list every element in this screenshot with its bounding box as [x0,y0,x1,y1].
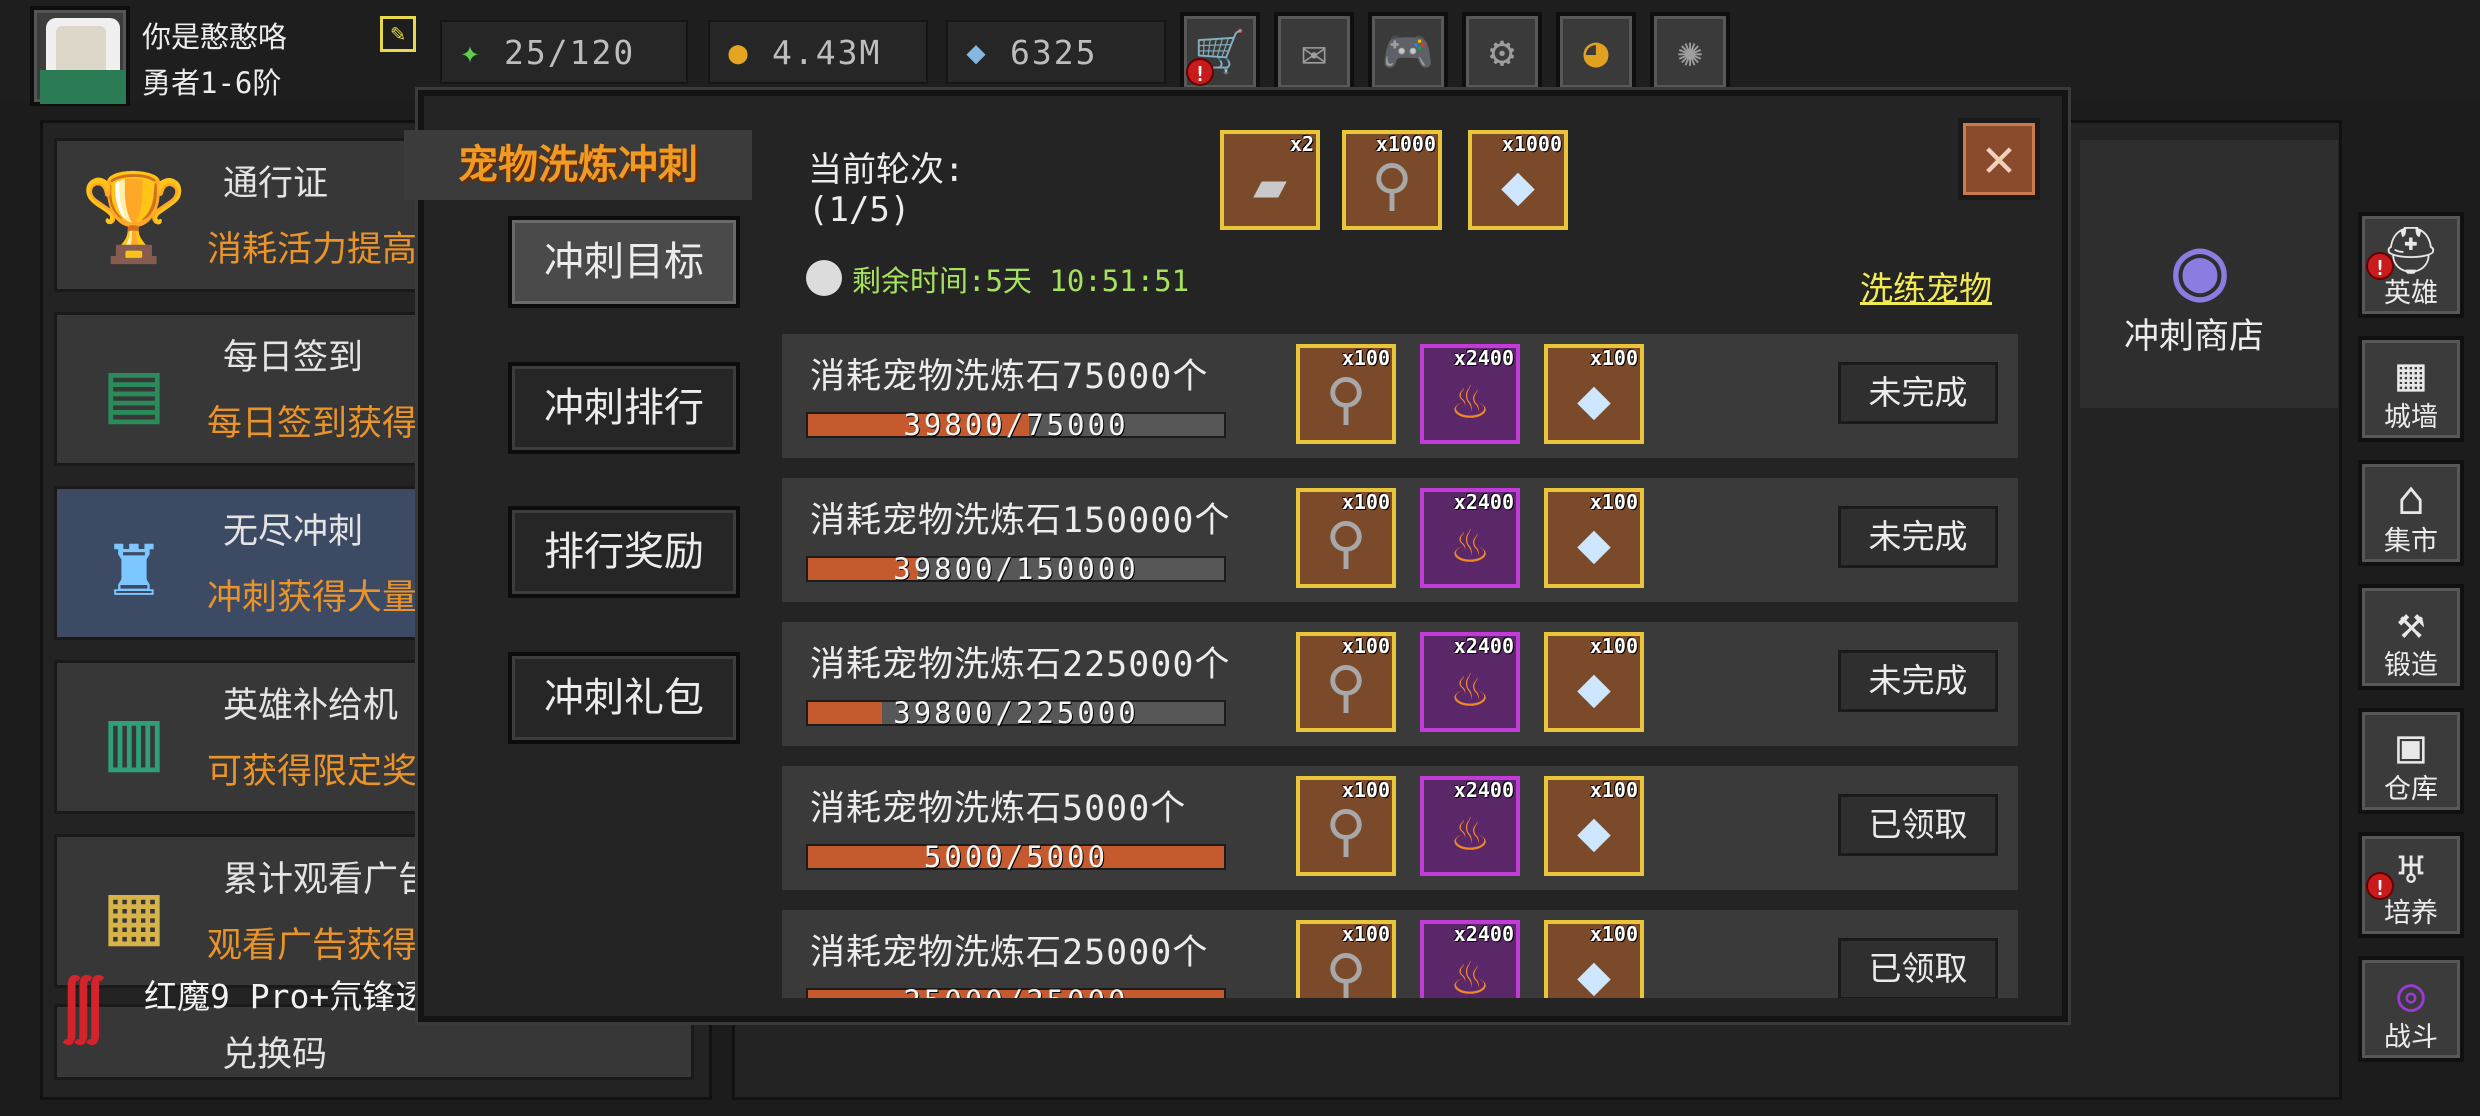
mace-icon: ⚲ [1325,511,1367,576]
reward-mace[interactable]: ⚲ x100 [1296,488,1396,588]
reward-mace[interactable]: ⚲ x100 [1296,776,1396,876]
reward-flame-stone[interactable]: ♨ x2400 [1420,488,1520,588]
goal-progress-text: 5000/5000 [923,840,1109,874]
reward-diamond[interactable]: ◆ x100 [1544,344,1644,444]
goal-row: 消耗宠物洗炼石75000个 39800/75000 ⚲ x100 ♨ x2400 ◆… [782,334,2018,458]
reward-flame-stone[interactable]: ♨ x2400 [1420,344,1520,444]
flame-stone-icon: ♨ [1453,655,1487,720]
goal-status-button[interactable]: 未完成 [1838,506,1998,568]
goal-row: 消耗宠物洗炼石150000个 39800/150000 ⚲ x100 ♨ x2400… [782,478,2018,602]
diamond-icon: ◆ [1577,799,1611,864]
goal-description: 消耗宠物洗炼石25000个 [810,933,1209,973]
goal-description: 消耗宠物洗炼石75000个 [810,357,1209,397]
flame-stone-icon: ♨ [1453,367,1487,432]
mace-icon: ⚲ [1325,799,1367,864]
reward-flame-stone[interactable]: ♨ x2400 [1420,776,1520,876]
flame-stone-icon: ♨ [1453,799,1487,864]
goal-progress-bar: 5000/5000 [806,840,1226,874]
mace-icon: ⚲ [1325,655,1367,720]
goal-progress-text: 39800/225000 [893,696,1139,730]
goal-status-button[interactable]: 未完成 [1838,362,1998,424]
goal-progress-bar: 39800/150000 [806,552,1226,586]
mace-icon: ⚲ [1325,367,1367,432]
goal-status-button[interactable]: 已领取 [1838,938,1998,998]
goal-description: 消耗宠物洗炼石150000个 [810,501,1231,541]
redeem-code-label: 兑换码 [222,1035,328,1075]
diamond-icon: ◆ [1577,367,1611,432]
goal-row: 消耗宠物洗炼石5000个 5000/5000 ⚲ x100 ♨ x2400 ◆ x10… [782,766,2018,890]
diamond-icon: ◆ [1577,655,1611,720]
goal-description: 消耗宠物洗炼石5000个 [810,789,1187,829]
goal-row: 消耗宠物洗炼石225000个 39800/225000 ⚲ x100 ♨ x2400… [782,622,2018,746]
reward-diamond[interactable]: ◆ x100 [1544,920,1644,998]
reward-flame-stone[interactable]: ♨ x2400 [1420,632,1520,732]
reward-diamond[interactable]: ◆ x100 [1544,776,1644,876]
reward-flame-stone[interactable]: ♨ x2400 [1420,920,1520,998]
reward-diamond[interactable]: ◆ x100 [1544,632,1644,732]
flame-stone-icon: ♨ [1453,511,1487,576]
goal-row: 消耗宠物洗炼石25000个 25000/25000 ⚲x100 ♨x2400 ◆… [782,910,2018,998]
goal-status-button[interactable]: 未完成 [1838,650,1998,712]
goal-progress-bar: 39800/225000 [806,696,1226,730]
goal-progress-text: 39800/75000 [903,408,1129,442]
goal-progress-text: 25000/25000 [808,984,1224,998]
reward-mace[interactable]: ⚲ x100 [1296,344,1396,444]
goal-list: 消耗宠物洗炼石75000个 39800/75000 ⚲ x100 ♨ x2400 ◆… [0,0,2480,1000]
diamond-icon: ◆ [1577,511,1611,576]
goal-progress-bar: 25000/25000 [806,984,1226,998]
goal-description: 消耗宠物洗炼石225000个 [810,645,1231,685]
goal-progress-bar: 39800/75000 [806,408,1226,442]
reward-mace[interactable]: ⚲ x100 [1296,632,1396,732]
goal-status-button[interactable]: 已领取 [1838,794,1998,856]
reward-mace[interactable]: ⚲ x100 [1296,920,1396,998]
reward-diamond[interactable]: ◆ x100 [1544,488,1644,588]
goal-progress-text: 39800/150000 [893,552,1139,586]
